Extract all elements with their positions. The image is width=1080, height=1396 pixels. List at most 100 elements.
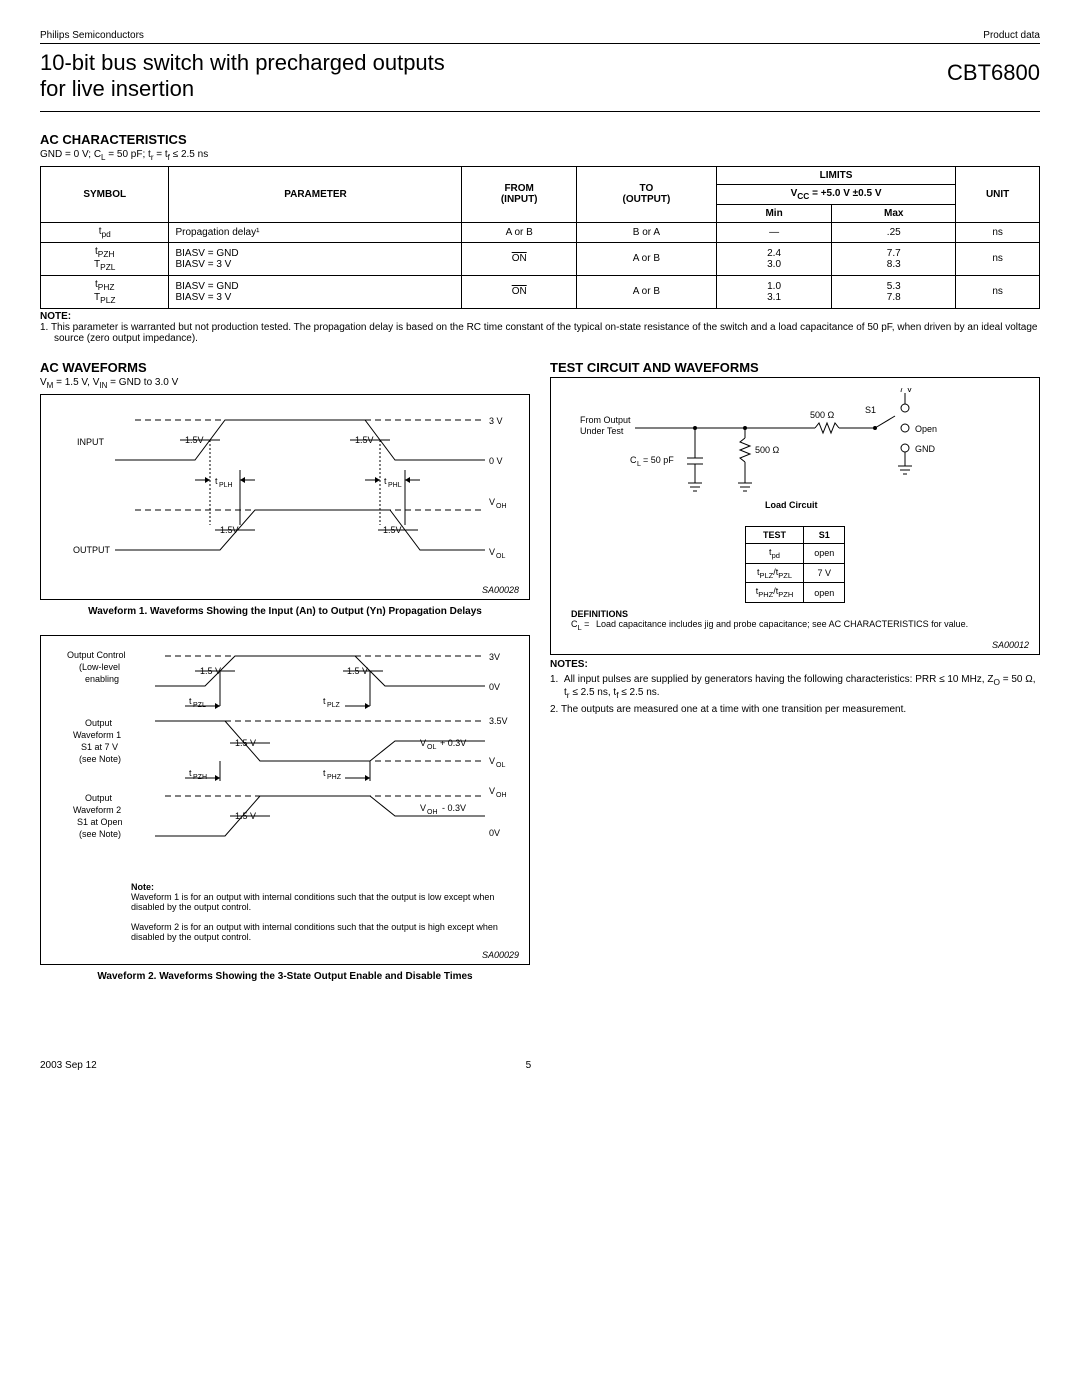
svg-text:OH: OH [427,809,438,816]
title-left: 10-bit bus switch with precharged output… [40,50,445,103]
svg-text:V: V [420,803,426,813]
svg-text:V: V [489,756,495,766]
th-parameter: PARAMETER [169,166,462,222]
svg-text:Open: Open [915,424,937,434]
def-cl-label: CL = [571,619,592,629]
svg-text:t: t [384,476,387,486]
wave2-note1: Waveform 1 is for an output with interna… [131,892,494,912]
svg-text:C: C [630,455,637,465]
footer-page: 5 [526,1060,532,1071]
svg-text:S1 at 7 V: S1 at 7 V [81,742,118,752]
svg-text:0 V: 0 V [489,456,503,466]
svg-text:OL: OL [427,744,436,751]
cell-unit: ns [956,242,1040,275]
svg-text:From Output: From Output [580,415,631,425]
cell-symbol: tPZHTPZL [41,242,169,275]
definitions-block: DEFINITIONS CL = Load capacitance includ… [571,609,1019,632]
cell-to: A or B [576,242,716,275]
svg-text:V: V [489,547,495,557]
svg-text:PLH: PLH [219,482,233,489]
table-row: tpd Propagation delay¹ A or B B or A — .… [41,222,1040,242]
svg-text:(Low-level: (Low-level [79,662,120,672]
cell: open [804,543,845,563]
cell-param: BIASV = GNDBIASV = 3 V [169,242,462,275]
svg-text:V: V [489,786,495,796]
cell: tPLZ/tPZL [745,563,804,583]
test-table: TEST S1 tpd open tPLZ/tPZL 7 V tPHZ/tPZH… [745,526,846,603]
svg-text:t: t [323,696,326,706]
cell-symbol: tpd [41,222,169,242]
cell-unit: ns [956,275,1040,308]
svg-text:3V: 3V [489,652,500,662]
svg-text:(see Note): (see Note) [79,754,121,764]
cell: tpd [745,543,804,563]
th-symbol: SYMBOL [41,166,169,222]
svg-text:PZL: PZL [193,702,206,709]
title-right: CBT6800 [947,50,1040,86]
svg-text:0V: 0V [489,828,500,838]
test-note-2: 2. The outputs are measured one at a tim… [564,704,1040,715]
svg-text:Output: Output [85,793,113,803]
th-min: Min [716,204,831,222]
svg-text:t: t [215,476,218,486]
waveform-1-svg: 3 V 0 V INPUT 1.5V 1.5V tPLH tPHL [51,405,519,575]
svg-text:OL: OL [496,762,505,769]
figref-test: SA00012 [561,640,1029,650]
cell: 7 V [804,563,845,583]
page-header: Philips Semiconductors Product data [40,30,1040,44]
svg-text:500 Ω: 500 Ω [810,410,835,420]
svg-text:3 V: 3 V [489,416,503,426]
waveform-1-caption: Waveform 1. Waveforms Showing the Input … [40,606,530,617]
table-row: tPHZTPLZ BIASV = GNDBIASV = 3 V ON A or … [41,275,1040,308]
title-line2: for live insertion [40,76,194,101]
svg-text:OH: OH [496,792,507,799]
svg-text:PHL: PHL [388,482,402,489]
th-limits: LIMITS [716,166,955,184]
cell-symbol: tPHZTPLZ [41,275,169,308]
svg-text:S1: S1 [865,405,876,415]
svg-text:Output: Output [85,718,113,728]
cell-min: 1.03.1 [716,275,831,308]
note-head: NOTE: [40,311,1040,322]
table-row: tPHZ/tPZH open [745,583,845,603]
svg-text:S1 at Open: S1 at Open [77,817,123,827]
test-circuit-svg: 500 Ω 500 Ω S1 7 V Open GND [561,388,1029,518]
waveform-1-box: 3 V 0 V INPUT 1.5V 1.5V tPLH tPHL [40,394,530,600]
svg-text:PHZ: PHZ [327,774,342,781]
cell: open [804,583,845,603]
svg-text:enabling: enabling [85,674,119,684]
svg-text:OUTPUT: OUTPUT [73,545,111,555]
wave2-note-head: Note: [131,882,154,892]
ac-waveforms-heading: AC WAVEFORMS [40,360,530,375]
cell-to: A or B [576,275,716,308]
header-left: Philips Semiconductors [40,30,144,41]
svg-text:Load Circuit: Load Circuit [765,500,818,510]
svg-text:Waveform 2: Waveform 2 [73,805,121,815]
cell-unit: ns [956,222,1040,242]
cell-from: ON [462,275,576,308]
wave2-note2: Waveform 2 is for an output with interna… [131,922,498,942]
table-row: tpd open [745,543,845,563]
th-test: TEST [745,526,804,543]
test-circuit-heading: TEST CIRCUIT AND WAVEFORMS [550,360,1040,375]
ac-cond: GND = 0 V; CL = 50 pF; tr = tf ≤ 2.5 ns [40,149,1040,162]
title-line1: 10-bit bus switch with precharged output… [40,50,445,75]
table-row: tPZHTPZL BIASV = GNDBIASV = 3 V ON A or … [41,242,1040,275]
footer-date: 2003 Sep 12 [40,1060,97,1071]
cell-from: ON [462,242,576,275]
title-block: 10-bit bus switch with precharged output… [40,44,1040,112]
cell-max: 7.78.3 [832,242,956,275]
svg-text:V: V [420,738,426,748]
waveform-2-svg: 3V 0V Output Control (Low-level enabling… [51,646,519,876]
cell-from: A or B [462,222,576,242]
th-vcc: VCC = +5.0 V ±0.5 V [716,184,955,204]
svg-text:GND: GND [915,444,936,454]
cell-to: B or A [576,222,716,242]
left-column: AC WAVEFORMS VM = 1.5 V, VIN = GND to 3.… [40,360,530,1000]
th-unit: UNIT [956,166,1040,222]
cell: tPHZ/tPZH [745,583,804,603]
cell-max: .25 [832,222,956,242]
def-cl-text: Load capacitance includes jig and probe … [596,619,968,629]
th-to: TO(OUTPUT) [576,166,716,222]
svg-text:(see Note): (see Note) [79,829,121,839]
